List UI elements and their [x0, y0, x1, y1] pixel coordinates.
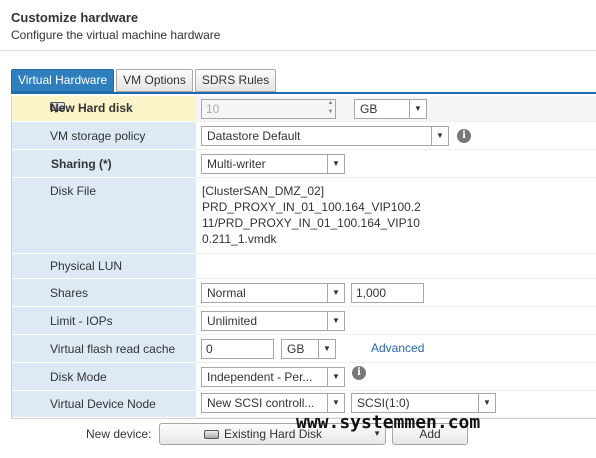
disk-file-path-line2: PRD_PROXY_IN_01_100.164_VIP100.2	[202, 200, 421, 214]
flash-cache-unit-value: GB	[287, 342, 305, 356]
storage-policy-label: VM storage policy	[50, 129, 146, 143]
flash-cache-label: Virtual flash read cache	[50, 342, 176, 356]
dialog-subtitle: Configure the virtual machine hardware	[11, 28, 221, 42]
disk-file-path-line1: [ClusterSAN_DMZ_02]	[202, 184, 325, 198]
disk-mode-label: Disk Mode	[50, 370, 107, 384]
disk-size-input[interactable]: 10	[201, 99, 336, 119]
flash-cache-row: Virtual flash read cache 0 GB ▼ Advanced	[12, 335, 596, 363]
scsi-controller-select[interactable]: New SCSI controll... ▼	[201, 393, 345, 413]
tab-vm-options[interactable]: VM Options	[116, 69, 193, 92]
tab-virtual-hardware[interactable]: Virtual Hardware	[11, 69, 115, 92]
disk-file-label: Disk File	[50, 184, 97, 198]
disk-mode-select[interactable]: Independent - Per... ▼	[201, 367, 345, 387]
flash-cache-unit-select[interactable]: GB ▼	[281, 339, 336, 359]
chevron-down-icon[interactable]: ▼	[327, 155, 344, 173]
shares-label: Shares	[50, 286, 89, 300]
limit-iops-select[interactable]: Unlimited ▼	[201, 311, 345, 331]
info-icon[interactable]: i	[457, 129, 471, 143]
hard-disk-icon	[204, 430, 219, 439]
storage-policy-row: VM storage policy Datastore Default ▼ i	[12, 122, 596, 150]
limit-iops-row: Limit - IOPs Unlimited ▼	[12, 307, 596, 335]
tab-underline	[11, 92, 596, 94]
storage-policy-select[interactable]: Datastore Default ▼	[201, 126, 449, 146]
chevron-down-icon[interactable]: ▼	[327, 368, 344, 386]
chevron-down-icon[interactable]: ▼	[431, 127, 448, 145]
sharing-value: Multi-writer	[207, 157, 266, 171]
shares-select[interactable]: Normal ▼	[201, 283, 345, 303]
new-hard-disk-title: New Hard disk	[50, 101, 133, 115]
dialog-title: Customize hardware	[11, 10, 139, 25]
hardware-grid: ▼ New Hard disk 10 ▲▼ GB ▼ VM storage po…	[11, 96, 596, 418]
shares-row: Shares Normal ▼ 1,000	[12, 279, 596, 307]
scsi-slot-value: SCSI(1:0)	[357, 396, 410, 410]
storage-policy-value: Datastore Default	[207, 129, 301, 143]
header-divider	[0, 50, 596, 51]
disk-mode-value: Independent - Per...	[207, 370, 313, 384]
scsi-slot-select[interactable]: SCSI(1:0) ▼	[351, 393, 496, 413]
watermark: www.systemmen.com	[296, 412, 481, 433]
disk-size-unit-value: GB	[360, 102, 378, 116]
physical-lun-label: Physical LUN	[50, 259, 123, 273]
disk-size-unit-select[interactable]: GB ▼	[354, 99, 427, 119]
disk-file-path-line3: 11/PRD_PROXY_IN_01_100.164_VIP10	[202, 216, 420, 230]
chevron-down-icon[interactable]: ▼	[327, 284, 344, 302]
new-device-label: New device:	[86, 427, 152, 441]
limit-iops-value: Unlimited	[207, 314, 258, 328]
sharing-row: Sharing (*) Multi-writer ▼	[12, 150, 596, 178]
flash-cache-input[interactable]: 0	[201, 339, 274, 359]
sharing-label: Sharing (*)	[51, 157, 112, 171]
sharing-select[interactable]: Multi-writer ▼	[201, 154, 345, 174]
shares-value: Normal	[207, 286, 246, 300]
device-node-label: Virtual Device Node	[50, 397, 156, 411]
chevron-down-icon[interactable]: ▼	[327, 394, 344, 412]
advanced-link[interactable]: Advanced	[371, 341, 424, 355]
tab-bar: Virtual Hardware VM Options SDRS Rules	[11, 69, 278, 92]
info-icon[interactable]: i	[352, 366, 366, 380]
disk-mode-row: Disk Mode Independent - Per... ▼ i	[12, 363, 596, 391]
disk-file-path-line4: 0.211_1.vmdk	[202, 232, 277, 246]
chevron-down-icon[interactable]: ▼	[409, 100, 426, 118]
limit-iops-label: Limit - IOPs	[50, 314, 113, 328]
new-hard-disk-row: ▼ New Hard disk 10 ▲▼ GB ▼	[12, 96, 596, 122]
chevron-down-icon[interactable]: ▼	[478, 394, 495, 412]
tab-sdrs-rules[interactable]: SDRS Rules	[194, 69, 277, 92]
disk-size-spinner-icon[interactable]: ▲ ▼	[325, 99, 336, 119]
chevron-down-icon[interactable]: ▼	[327, 312, 344, 330]
shares-amount-input[interactable]: 1,000	[351, 283, 424, 303]
physical-lun-row: Physical LUN	[12, 254, 596, 279]
disk-file-row: Disk File [ClusterSAN_DMZ_02] PRD_PROXY_…	[12, 178, 596, 254]
chevron-down-icon[interactable]: ▼	[318, 340, 335, 358]
scsi-controller-value: New SCSI controll...	[207, 396, 315, 410]
